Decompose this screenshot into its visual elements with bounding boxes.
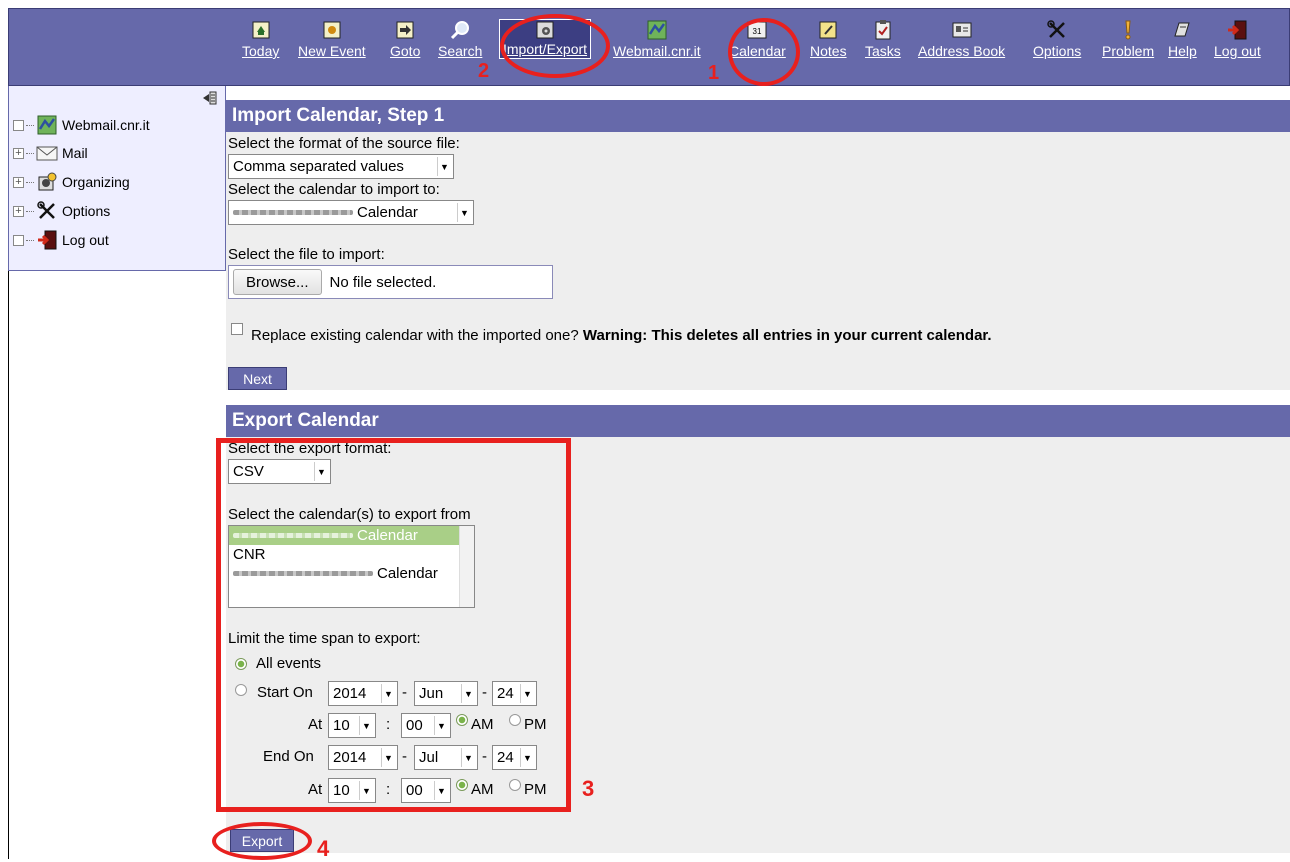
expand-toggle-icon[interactable]: +: [13, 147, 24, 159]
toolbar-problem[interactable]: Problem: [1102, 20, 1154, 76]
import-calendar-label: Select the calendar to import to:: [228, 181, 440, 198]
collapse-sidebar-icon[interactable]: [201, 90, 217, 110]
import-section-body: Select the format of the source file: Co…: [226, 132, 1290, 390]
replace-warning: Warning: This deletes all entries in you…: [582, 327, 992, 344]
file-status: No file selected.: [329, 273, 437, 291]
address-book-icon: [952, 20, 972, 40]
toolbar-webmail[interactable]: Webmail.cnr.it: [613, 20, 701, 76]
replace-text: Replace existing calendar with the impor…: [251, 327, 579, 344]
import-format-label: Select the format of the source file:: [228, 135, 460, 152]
import-file-label: Select the file to import:: [228, 246, 385, 263]
problem-icon: [1118, 20, 1138, 40]
toolbar-today[interactable]: Today: [242, 20, 279, 76]
notes-icon: [818, 20, 838, 40]
expand-toggle-icon[interactable]: +: [13, 176, 24, 188]
goto-icon: [395, 20, 415, 40]
logout-icon: [36, 230, 58, 250]
dropdown-arrow-icon: ▼: [457, 203, 471, 222]
toolbar-notes[interactable]: Notes: [810, 20, 847, 76]
browse-button[interactable]: Browse...: [233, 269, 322, 295]
webmail-icon: [36, 115, 58, 135]
import-file-input[interactable]: Browse... No file selected.: [228, 265, 553, 299]
import-section-title: Import Calendar, Step 1: [226, 100, 1290, 132]
toolbar-tasks[interactable]: Tasks: [865, 20, 901, 76]
annotation-number-3: 3: [582, 776, 595, 801]
sidebar-item-logout[interactable]: Log out: [13, 229, 109, 251]
sidebar-item-organizing[interactable]: + Organizing: [13, 171, 130, 193]
tree-toggle: [13, 234, 24, 246]
sidebar-item-options[interactable]: + Options: [13, 200, 110, 222]
options-icon: [1047, 20, 1067, 40]
sidebar-item-label: Options: [62, 203, 111, 219]
sidebar-item-label: Log out: [62, 232, 109, 248]
toolbar-options[interactable]: Options: [1033, 20, 1081, 76]
import-calendar-value: Calendar: [357, 204, 418, 221]
dropdown-arrow-icon: ▼: [437, 157, 451, 176]
sidebar-item-mail[interactable]: + Mail: [13, 142, 88, 164]
tree-toggle: [13, 119, 24, 131]
toolbar-new-event[interactable]: New Event: [298, 20, 366, 76]
toolbar-address-book[interactable]: Address Book: [918, 20, 1005, 76]
search-icon: [450, 20, 470, 40]
today-icon: [251, 20, 271, 40]
toolbar-logout[interactable]: Log out: [1214, 20, 1261, 76]
sidebar-tree: Webmail.cnr.it + Mail + Organizing + Opt…: [8, 86, 226, 271]
options-icon: [36, 201, 58, 221]
toolbar-help[interactable]: Help: [1168, 20, 1197, 76]
redacted-name: [233, 210, 353, 215]
annotation-ellipse-calendar: [728, 18, 800, 86]
webmail-icon: [647, 20, 667, 40]
import-calendar-select[interactable]: Calendar ▼: [228, 200, 474, 225]
annotation-ellipse-export: [212, 822, 312, 860]
top-toolbar: Today New Event Goto Search Import/Expor…: [8, 8, 1290, 86]
replace-calendar-label: Replace existing calendar with the impor…: [251, 327, 992, 344]
toolbar-search[interactable]: Search: [438, 20, 482, 76]
annotation-number-1: 1: [708, 62, 720, 84]
tasks-icon: [873, 20, 893, 40]
logout-icon: [1227, 20, 1247, 40]
help-icon: [1172, 20, 1192, 40]
sidebar-item-label: Mail: [62, 145, 88, 161]
expand-toggle-icon[interactable]: +: [13, 205, 24, 217]
export-section-title: Export Calendar: [226, 405, 1290, 437]
annotation-rect-export-options: [216, 438, 571, 812]
next-button[interactable]: Next: [228, 367, 287, 390]
import-format-select[interactable]: Comma separated values ▼: [228, 154, 454, 179]
replace-calendar-checkbox[interactable]: [231, 323, 243, 335]
annotation-number-4: 4: [317, 836, 330, 861]
sidebar-item-label: Webmail.cnr.it: [62, 117, 150, 133]
annotation-ellipse-import-export: [500, 14, 610, 78]
organizing-icon: [36, 172, 58, 192]
annotation-number-2: 2: [478, 60, 490, 82]
mail-icon: [36, 143, 58, 163]
toolbar-goto[interactable]: Goto: [390, 20, 420, 76]
new-event-icon: [322, 20, 342, 40]
sidebar-item-webmail[interactable]: Webmail.cnr.it: [13, 114, 150, 136]
import-format-value: Comma separated values: [233, 158, 404, 175]
sidebar-item-label: Organizing: [62, 174, 130, 190]
